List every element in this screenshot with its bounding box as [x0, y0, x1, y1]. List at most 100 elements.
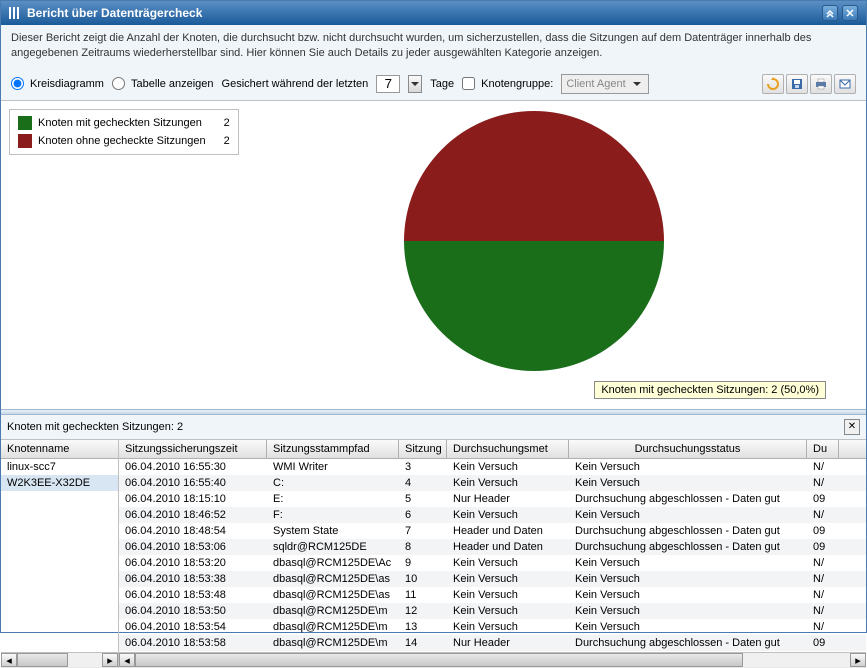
table-row[interactable]: 06.04.2010 18:46:52F:6Kein VersuchKein V…: [119, 507, 866, 523]
titlebar: Bericht über Datenträgercheck: [1, 1, 866, 25]
save-button[interactable]: [786, 74, 808, 94]
grid-scrollbar[interactable]: ◂ ▸: [119, 652, 866, 668]
table-cell: Header und Daten: [447, 523, 569, 539]
email-button[interactable]: [834, 74, 856, 94]
days-unit: Tage: [430, 78, 454, 90]
table-cell: Kein Versuch: [447, 507, 569, 523]
table-cell: Kein Versuch: [569, 587, 807, 603]
table-cell: dbasql@RCM125DE\m: [267, 603, 399, 619]
print-button[interactable]: [810, 74, 832, 94]
days-input[interactable]: [376, 75, 400, 93]
refresh-button[interactable]: [762, 74, 784, 94]
table-cell: 9: [399, 555, 447, 571]
window-title: Bericht über Datenträgercheck: [27, 6, 202, 20]
table-cell: Kein Versuch: [569, 507, 807, 523]
column-header[interactable]: Durchsuchungsmet: [447, 440, 569, 458]
table-cell: 06.04.2010 16:55:40: [119, 475, 267, 491]
table-cell: 06.04.2010 18:53:38: [119, 571, 267, 587]
table-cell: Kein Versuch: [447, 587, 569, 603]
table-cell: dbasql@RCM125DE\m: [267, 635, 399, 651]
column-header[interactable]: Du: [807, 440, 839, 458]
table-cell: 09: [807, 523, 839, 539]
table-cell: Kein Versuch: [569, 619, 807, 635]
table-cell: 7: [399, 523, 447, 539]
table-cell: 06.04.2010 16:55:30: [119, 459, 267, 475]
table-cell: Kein Versuch: [447, 571, 569, 587]
detail-grid: SitzungssicherungszeitSitzungsstammpfadS…: [119, 440, 866, 668]
detail-close-button[interactable]: ✕: [844, 419, 860, 435]
table-cell: Kein Versuch: [447, 603, 569, 619]
node-list-header[interactable]: Knotenname: [1, 440, 118, 459]
table-cell: N/: [807, 619, 839, 635]
collapse-button[interactable]: [822, 5, 838, 21]
days-dropdown[interactable]: [408, 75, 422, 93]
nodegroup-checkbox[interactable]: Knotengruppe:: [462, 77, 553, 90]
table-cell: 06.04.2010 18:53:48: [119, 587, 267, 603]
table-row[interactable]: 06.04.2010 18:53:38dbasql@RCM125DE\as10K…: [119, 571, 866, 587]
nodegroup-select[interactable]: Client Agent: [561, 74, 648, 94]
toolbar: Kreisdiagramm Tabelle anzeigen Gesichert…: [1, 68, 866, 101]
legend-label: Knoten ohne gecheckte Sitzungen: [38, 135, 206, 147]
column-header[interactable]: Durchsuchungsstatus: [569, 440, 807, 458]
table-cell: Kein Versuch: [447, 555, 569, 571]
table-row[interactable]: 06.04.2010 18:53:06sqldr@RCM125DE8Header…: [119, 539, 866, 555]
table-cell: sqldr@RCM125DE: [267, 539, 399, 555]
chart-area: Knoten mit gecheckten Sitzungen2Knoten o…: [1, 101, 866, 409]
table-cell: 06.04.2010 18:46:52: [119, 507, 267, 523]
table-cell: N/: [807, 459, 839, 475]
report-icon: [9, 7, 21, 19]
table-cell: Durchsuchung abgeschlossen - Daten gut: [569, 539, 807, 555]
table-cell: 06.04.2010 18:15:10: [119, 491, 267, 507]
table-cell: E:: [267, 491, 399, 507]
table-row[interactable]: 06.04.2010 16:55:40C:4Kein VersuchKein V…: [119, 475, 866, 491]
table-row[interactable]: 06.04.2010 18:48:54System State7Header u…: [119, 523, 866, 539]
table-cell: 06.04.2010 18:53:54: [119, 619, 267, 635]
radio-show-table[interactable]: Tabelle anzeigen: [112, 77, 214, 90]
secured-label: Gesichert während der letzten: [222, 78, 369, 90]
table-cell: Kein Versuch: [447, 459, 569, 475]
table-cell: N/: [807, 507, 839, 523]
table-cell: dbasql@RCM125DE\as: [267, 587, 399, 603]
column-header[interactable]: Sitzungssicherungszeit: [119, 440, 267, 458]
node-item[interactable]: W2K3EE-X32DE: [1, 475, 118, 491]
node-list: Knotenname linux-scc7W2K3EE-X32DE ◂ ▸: [1, 440, 119, 668]
legend-item[interactable]: Knoten mit gecheckten Sitzungen2: [14, 114, 234, 132]
table-row[interactable]: 06.04.2010 18:53:54dbasql@RCM125DE\m13Ke…: [119, 619, 866, 635]
radio-pie-chart[interactable]: Kreisdiagramm: [11, 77, 104, 90]
close-button[interactable]: [842, 5, 858, 21]
legend-swatch: [18, 116, 32, 130]
column-header[interactable]: Sitzungsstammpfad: [267, 440, 399, 458]
table-row[interactable]: 06.04.2010 16:55:30WMI Writer3Kein Versu…: [119, 459, 866, 475]
table-cell: Kein Versuch: [569, 459, 807, 475]
table-cell: Durchsuchung abgeschlossen - Daten gut: [569, 635, 807, 651]
table-row[interactable]: 06.04.2010 18:53:48dbasql@RCM125DE\as11K…: [119, 587, 866, 603]
table-cell: Kein Versuch: [569, 571, 807, 587]
table-cell: N/: [807, 475, 839, 491]
pie-chart[interactable]: [404, 111, 664, 371]
legend-item[interactable]: Knoten ohne gecheckte Sitzungen2: [14, 132, 234, 150]
table-cell: 4: [399, 475, 447, 491]
scroll-right-icon[interactable]: ▸: [102, 653, 118, 667]
chevron-down-icon: [630, 75, 644, 93]
detail-header: Knoten mit gecheckten Sitzungen: 2 ✕: [1, 415, 866, 440]
table-cell: 06.04.2010 18:53:06: [119, 539, 267, 555]
node-list-scrollbar[interactable]: ◂ ▸: [1, 652, 118, 668]
table-row[interactable]: 06.04.2010 18:53:50dbasql@RCM125DE\m12Ke…: [119, 603, 866, 619]
scroll-left-icon[interactable]: ◂: [1, 653, 17, 667]
table-cell: Header und Daten: [447, 539, 569, 555]
node-item[interactable]: linux-scc7: [1, 459, 118, 475]
scroll-left-icon[interactable]: ◂: [119, 653, 135, 667]
table-row[interactable]: 06.04.2010 18:15:10E:5Nur HeaderDurchsuc…: [119, 491, 866, 507]
table-cell: 3: [399, 459, 447, 475]
scroll-right-icon[interactable]: ▸: [850, 653, 866, 667]
grid-header: SitzungssicherungszeitSitzungsstammpfadS…: [119, 440, 866, 459]
table-cell: N/: [807, 587, 839, 603]
column-header[interactable]: Sitzung: [399, 440, 447, 458]
table-cell: 09: [807, 539, 839, 555]
table-cell: Nur Header: [447, 635, 569, 651]
table-row[interactable]: 06.04.2010 18:53:58dbasql@RCM125DE\m14Nu…: [119, 635, 866, 651]
chart-tooltip: Knoten mit gecheckten Sitzungen: 2 (50,0…: [594, 381, 826, 399]
table-row[interactable]: 06.04.2010 18:53:20dbasql@RCM125DE\Ac9Ke…: [119, 555, 866, 571]
table-cell: 14: [399, 635, 447, 651]
table-cell: 6: [399, 507, 447, 523]
